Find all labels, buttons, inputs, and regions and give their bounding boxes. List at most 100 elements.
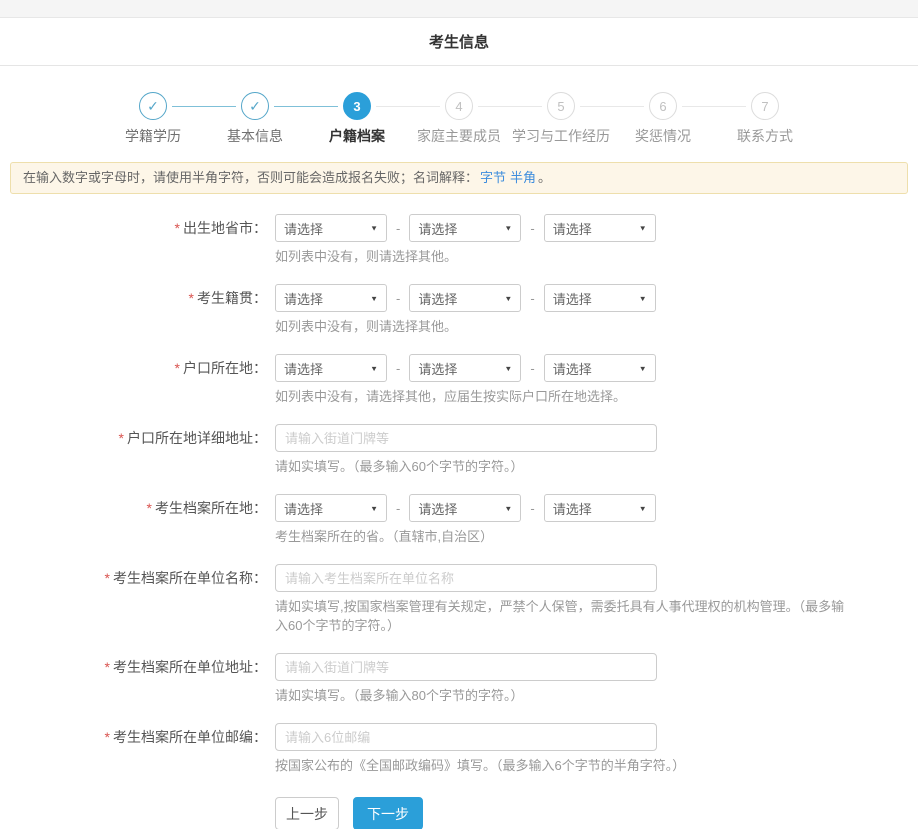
required-mark: *	[147, 500, 152, 516]
household-city-select[interactable]: 请选择▼	[409, 354, 521, 382]
page-header: 考生信息	[0, 18, 918, 66]
separator: -	[530, 291, 534, 306]
notice-suffix: 。	[538, 170, 551, 185]
archive-unit-address-input[interactable]	[275, 653, 657, 681]
required-mark: *	[105, 659, 110, 675]
step-label: 基本信息	[227, 126, 283, 146]
step-5-circle: 5	[547, 92, 575, 120]
step-label: 户籍档案	[329, 126, 385, 146]
field-hint: 请如实填写。（最多输入60个字节的字符。）	[275, 457, 847, 476]
halfwidth-definition-link[interactable]: 半角	[510, 170, 536, 185]
dropdown-arrow-icon: ▼	[504, 364, 512, 372]
field-hint: 按国家公布的《全国邮政编码》填写。（最多输入6个字节的半角字符。）	[275, 756, 847, 775]
field-hint: 如列表中没有，请选择其他，应届生按实际户口所在地选择。	[275, 387, 847, 406]
dropdown-arrow-icon: ▼	[370, 364, 378, 372]
step-7-contact-info[interactable]: 7 联系方式	[714, 92, 816, 146]
archive-unit-zipcode-row: *考生档案所在单位邮编： 按国家公布的《全国邮政编码》填写。（最多输入6个字节的…	[0, 723, 918, 775]
prev-step-button[interactable]: 上一步	[275, 797, 339, 829]
step-2-basic-info[interactable]: ✓ 基本信息	[204, 92, 306, 146]
household-detail-address-input[interactable]	[275, 424, 657, 452]
dropdown-arrow-icon: ▼	[639, 364, 647, 372]
dropdown-arrow-icon: ▼	[504, 504, 512, 512]
step-label: 学籍学历	[125, 126, 181, 146]
archive-location-row: *考生档案所在地： 请选择▼ - 请选择▼ - 请选择▼ 考生档案所在的省。（直…	[0, 494, 918, 546]
archive-district-select[interactable]: 请选择▼	[544, 494, 656, 522]
dropdown-arrow-icon: ▼	[370, 294, 378, 302]
halfwidth-notice-bar: 在输入数字或字母时，请使用半角字符，否则可能会造成报名失败；名词解释：字节半角。	[10, 162, 908, 194]
archive-unit-address-row: *考生档案所在单位地址： 请如实填写。（最多输入80个字节的字符。）	[0, 653, 918, 705]
step-number: 3	[353, 99, 360, 114]
required-mark: *	[175, 220, 180, 236]
dropdown-arrow-icon: ▼	[370, 224, 378, 232]
step-6-rewards-punishments[interactable]: 6 奖惩情况	[612, 92, 714, 146]
step-number: 5	[557, 99, 564, 114]
archive-unit-name-row: *考生档案所在单位名称： 请如实填写,按国家档案管理有关规定，严禁个人保管，需委…	[0, 564, 918, 635]
step-label: 奖惩情况	[635, 126, 691, 146]
household-province-select[interactable]: 请选择▼	[275, 354, 387, 382]
field-hint: 请如实填写。（最多输入80个字节的字符。）	[275, 686, 847, 705]
separator: -	[530, 221, 534, 236]
birthplace-province-select[interactable]: 请选择▼	[275, 214, 387, 242]
step-label: 学习与工作经历	[512, 126, 610, 146]
dropdown-arrow-icon: ▼	[639, 224, 647, 232]
step-1-school-record[interactable]: ✓ 学籍学历	[102, 92, 204, 146]
step-4-circle: 4	[445, 92, 473, 120]
field-label: *户口所在地：	[0, 358, 267, 378]
page-title: 考生信息	[429, 31, 489, 52]
required-mark: *	[119, 430, 124, 446]
step-number: 4	[455, 99, 462, 114]
step-label: 家庭主要成员	[417, 126, 501, 146]
step-label: 联系方式	[737, 126, 793, 146]
field-label: *考生籍贯：	[0, 288, 267, 308]
separator: -	[530, 361, 534, 376]
archive-unit-name-input[interactable]	[275, 564, 657, 592]
dropdown-arrow-icon: ▼	[504, 224, 512, 232]
birthplace-district-select[interactable]: 请选择▼	[544, 214, 656, 242]
household-location-row: *户口所在地： 请选择▼ - 请选择▼ - 请选择▼ 如列表中没有，请选择其他，…	[0, 354, 918, 406]
field-hint: 如列表中没有，则请选择其他。	[275, 247, 847, 266]
form-actions: 上一步 下一步	[0, 797, 918, 829]
dropdown-arrow-icon: ▼	[370, 504, 378, 512]
required-mark: *	[105, 729, 110, 745]
archive-province-select[interactable]: 请选择▼	[275, 494, 387, 522]
step-2-circle: ✓	[241, 92, 269, 120]
top-strip	[0, 0, 918, 18]
dropdown-arrow-icon: ▼	[639, 504, 647, 512]
household-district-select[interactable]: 请选择▼	[544, 354, 656, 382]
native-place-city-select[interactable]: 请选择▼	[409, 284, 521, 312]
separator: -	[396, 501, 400, 516]
field-label: *出生地省市：	[0, 218, 267, 238]
byte-definition-link[interactable]: 字节	[480, 170, 506, 185]
next-step-button[interactable]: 下一步	[353, 797, 423, 829]
notice-text: 在输入数字或字母时，请使用半角字符，否则可能会造成报名失败；名词解释：	[23, 170, 478, 185]
check-icon: ✓	[249, 98, 261, 115]
step-number: 6	[659, 99, 666, 114]
step-1-circle: ✓	[139, 92, 167, 120]
native-place-district-select[interactable]: 请选择▼	[544, 284, 656, 312]
field-label: *户口所在地详细地址：	[0, 428, 267, 448]
field-label: *考生档案所在单位地址：	[0, 657, 267, 677]
step-7-circle: 7	[751, 92, 779, 120]
archive-unit-zipcode-input[interactable]	[275, 723, 657, 751]
step-5-study-work-history[interactable]: 5 学习与工作经历	[510, 92, 612, 146]
separator: -	[396, 361, 400, 376]
native-place-province-select[interactable]: 请选择▼	[275, 284, 387, 312]
native-place-row: *考生籍贯： 请选择▼ - 请选择▼ - 请选择▼ 如列表中没有，则请选择其他。	[0, 284, 918, 336]
field-hint: 考生档案所在的省。（直辖市,自治区）	[275, 527, 847, 546]
field-hint: 如列表中没有，则请选择其他。	[275, 317, 847, 336]
field-label: *考生档案所在单位邮编：	[0, 727, 267, 747]
step-number: 7	[761, 99, 768, 114]
dropdown-arrow-icon: ▼	[504, 294, 512, 302]
step-4-family-members[interactable]: 4 家庭主要成员	[408, 92, 510, 146]
separator: -	[396, 291, 400, 306]
step-3-circle: 3	[343, 92, 371, 120]
birthplace-city-select[interactable]: 请选择▼	[409, 214, 521, 242]
dropdown-arrow-icon: ▼	[639, 294, 647, 302]
stepper: ✓ 学籍学历 ✓ 基本信息 3 户籍档案 4 家庭主要成员 5 学习与工作经历 …	[102, 66, 816, 162]
step-6-circle: 6	[649, 92, 677, 120]
household-detail-address-row: *户口所在地详细地址： 请如实填写。（最多输入60个字节的字符。）	[0, 424, 918, 476]
field-label: *考生档案所在地：	[0, 498, 267, 518]
step-3-household-archive[interactable]: 3 户籍档案	[306, 92, 408, 146]
check-icon: ✓	[147, 98, 159, 115]
archive-city-select[interactable]: 请选择▼	[409, 494, 521, 522]
